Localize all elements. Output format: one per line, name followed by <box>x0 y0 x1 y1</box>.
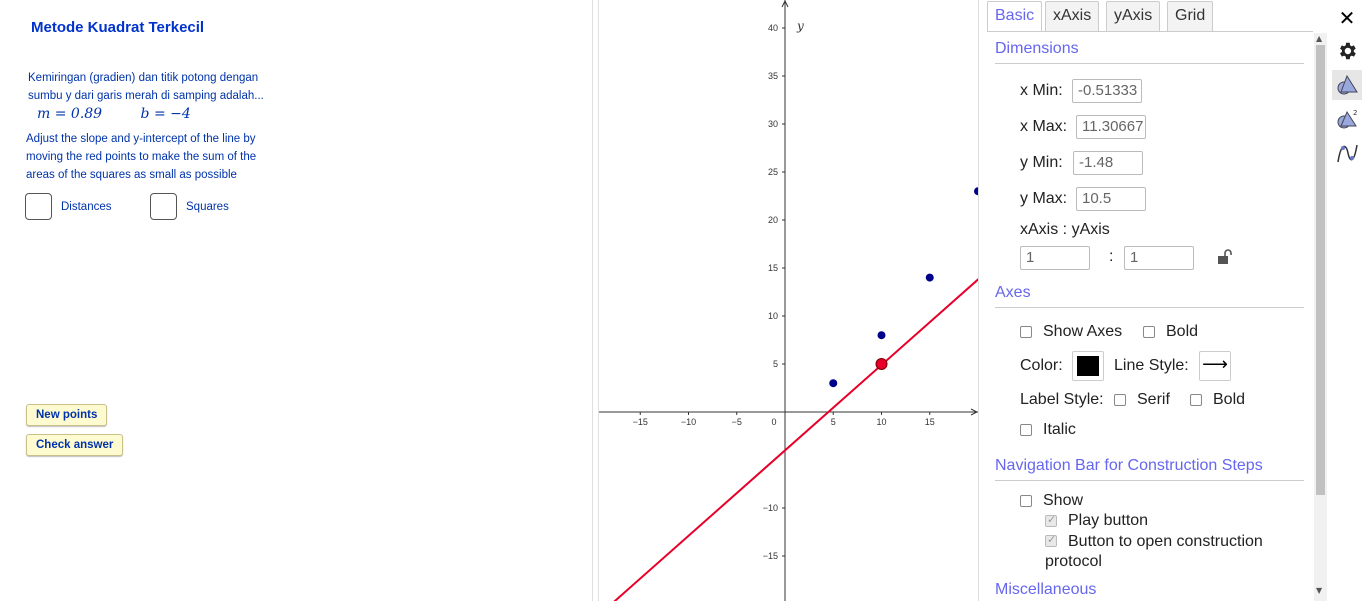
graphics-view[interactable]: −15 −10 −5 0 5 10 15 40 35 30 25 20 15 10 5 −10 −15 y <box>599 0 978 601</box>
settings-scrollbar[interactable]: ▲ ▼ <box>1314 33 1327 601</box>
y-tick-label: 40 <box>768 23 778 33</box>
instruction-text: Adjust the slope and y-intercept of the … <box>26 133 257 181</box>
nav-bar-title: Navigation Bar for Construction Steps <box>995 457 1263 474</box>
page-title: Metode Kuadrat Terkecil <box>31 19 205 36</box>
x-tick-label: −10 <box>681 417 696 427</box>
slope-value: m = 0.89 <box>37 106 103 122</box>
color-label: Color: <box>1020 357 1063 374</box>
x-tick-label: 15 <box>925 417 935 427</box>
x-max-input[interactable]: 11.30667 <box>1076 115 1146 139</box>
y-tick-label: 20 <box>768 215 778 225</box>
line-style-label: Line Style: <box>1114 357 1189 374</box>
y-axis-label: y <box>796 19 804 33</box>
show-nav-checkbox[interactable] <box>1020 495 1032 507</box>
y-min-label: y Min: <box>1020 154 1063 171</box>
label-style-label: Label Style: <box>1020 391 1104 408</box>
panel-splitter[interactable] <box>592 0 599 601</box>
axis-ratio-label: xAxis : yAxis <box>1020 221 1110 238</box>
tabs-divider <box>987 31 1313 32</box>
y-tick-label: −15 <box>763 551 778 561</box>
right-toolbar: ✕ 2 <box>1328 0 1366 601</box>
y-tick-label: 15 <box>768 263 778 273</box>
play-button-label: Play button <box>1068 512 1149 529</box>
x-tick-label: 0 <box>771 417 776 427</box>
red-control-point[interactable] <box>875 358 888 370</box>
y-tick-label: 30 <box>768 119 778 129</box>
label-bold-checkbox[interactable] <box>1190 394 1202 406</box>
svg-text:2: 2 <box>1353 109 1357 117</box>
data-point <box>877 331 886 340</box>
section-divider <box>995 307 1304 308</box>
italic-label: Italic <box>1043 421 1076 438</box>
y-tick-label: 10 <box>768 311 778 321</box>
x-tick-label: −15 <box>633 417 648 427</box>
settings-panel: Basic xAxis yAxis Grid Dimensions x Min:… <box>978 0 1328 601</box>
x-min-input[interactable]: -0.51333 <box>1072 79 1142 103</box>
misc-title: Miscellaneous <box>995 581 1097 598</box>
distances-label[interactable]: Distances <box>61 201 112 213</box>
gear-icon[interactable] <box>1332 36 1362 66</box>
y-min-input[interactable]: -1.48 <box>1073 151 1143 175</box>
y-tick-label: 35 <box>768 71 778 81</box>
lock-icon[interactable] <box>1217 249 1233 269</box>
squares-checkbox[interactable] <box>150 193 177 220</box>
scroll-down-icon[interactable]: ▼ <box>1316 586 1322 595</box>
serif-label: Serif <box>1137 391 1170 408</box>
description-text: Kemiringan (gradien) dan titik potong de… <box>28 72 264 102</box>
regression-line[interactable] <box>599 237 978 601</box>
x-tick-label: −5 <box>732 417 742 427</box>
scroll-up-icon[interactable]: ▲ <box>1316 34 1322 43</box>
bold-axes-label: Bold <box>1166 323 1199 340</box>
x-max-label: x Max: <box>1020 118 1068 135</box>
ratio-x-input[interactable]: 1 <box>1020 246 1090 270</box>
data-point <box>829 379 838 388</box>
x-tick-label: 5 <box>831 417 836 427</box>
line-style-button[interactable]: ⟶ <box>1199 351 1231 381</box>
serif-checkbox[interactable] <box>1114 394 1126 406</box>
tab-xaxis[interactable]: xAxis <box>1045 1 1100 31</box>
y-tick-label: 25 <box>768 167 778 177</box>
section-divider <box>995 480 1304 481</box>
show-nav-label: Show <box>1043 492 1084 509</box>
close-icon[interactable]: ✕ <box>1332 3 1362 33</box>
graphics2-settings-icon[interactable]: 2 <box>1332 104 1362 134</box>
left-panel: Metode Kuadrat Terkecil Kemiringan (grad… <box>0 0 592 601</box>
slope-intercept-values: m = 0.89 b = −4 <box>37 106 225 122</box>
x-tick-label: 10 <box>876 417 886 427</box>
label-bold-label: Bold <box>1213 391 1246 408</box>
bold-axes-checkbox[interactable] <box>1143 326 1155 338</box>
graphics-settings-icon[interactable] <box>1332 70 1362 100</box>
graph-canvas[interactable]: −15 −10 −5 0 5 10 15 40 35 30 25 20 15 10 5 −10 −15 y <box>599 0 978 601</box>
y-tick-label: 5 <box>773 359 778 369</box>
section-divider <box>995 63 1304 64</box>
axis-color-button[interactable] <box>1072 351 1104 381</box>
ratio-y-input[interactable]: 1 <box>1124 246 1194 270</box>
x-min-label: x Min: <box>1020 82 1063 99</box>
y-tick-label: −10 <box>763 503 778 513</box>
italic-checkbox[interactable] <box>1020 424 1032 436</box>
new-points-button[interactable]: New points <box>26 404 108 426</box>
axes-title: Axes <box>995 284 1031 301</box>
show-axes-checkbox[interactable] <box>1020 326 1032 338</box>
data-point <box>925 273 934 282</box>
scroll-thumb[interactable] <box>1316 45 1325 495</box>
color-swatch <box>1077 356 1099 376</box>
dimensions-title: Dimensions <box>995 40 1079 57</box>
tab-basic[interactable]: Basic <box>987 1 1043 31</box>
algebra-settings-icon[interactable] <box>1332 138 1362 168</box>
y-max-label: y Max: <box>1020 190 1068 207</box>
tab-grid[interactable]: Grid <box>1167 1 1214 31</box>
show-axes-label: Show Axes <box>1043 323 1123 340</box>
y-max-input[interactable]: 10.5 <box>1076 187 1146 211</box>
ratio-separator: : <box>1109 248 1114 265</box>
distances-checkbox[interactable] <box>25 193 52 220</box>
intercept-value: b = −4 <box>140 106 191 122</box>
check-answer-button[interactable]: Check answer <box>26 434 124 456</box>
open-protocol-label: Button to open construction protocol <box>1045 533 1263 570</box>
play-button-checkbox[interactable] <box>1045 513 1057 527</box>
tab-yaxis[interactable]: yAxis <box>1106 1 1161 31</box>
squares-label[interactable]: Squares <box>186 201 229 213</box>
